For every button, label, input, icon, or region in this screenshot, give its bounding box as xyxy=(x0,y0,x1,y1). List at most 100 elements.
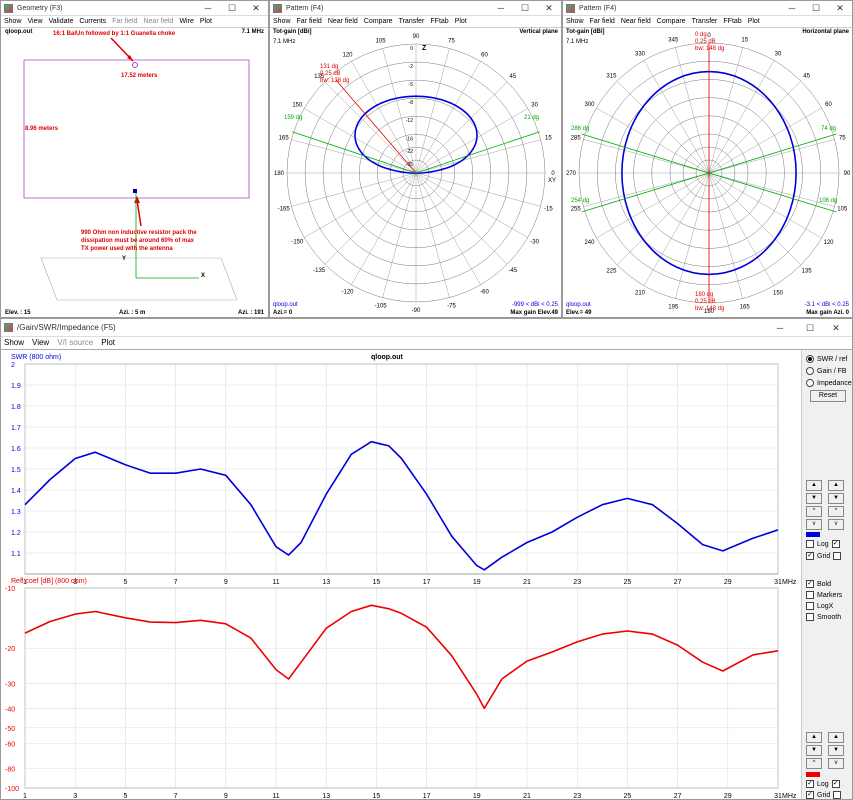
max-gain-readout: Max gain Elev.49 xyxy=(510,310,558,316)
menu-far-field[interactable]: Far field xyxy=(112,16,137,27)
menu-compare[interactable]: Compare xyxy=(364,16,393,27)
plane-label: Horizontal plane xyxy=(802,29,849,35)
angle-label: 150 xyxy=(292,103,303,109)
refl-y-tick: -60 xyxy=(5,742,15,749)
minimize-icon[interactable]: ─ xyxy=(196,1,220,16)
pattern-titlebar[interactable]: Pattern (F4) ─ ☐ ✕ xyxy=(563,1,852,16)
geometry-menubar: Show View Validate Currents Far field Ne… xyxy=(1,16,268,27)
refl-shift-up-button[interactable]: ^ xyxy=(806,758,822,769)
menu-near-field[interactable]: Near field xyxy=(621,16,651,27)
swr-y-tick: 1.1 xyxy=(11,551,21,558)
swr-y-tick: 1.2 xyxy=(11,530,21,537)
swr-log-checkbox[interactable]: Log ✓ xyxy=(806,540,840,548)
swr-window: /Gain/SWR/Impedance (F5) ─ ☐ ✕ Show View… xyxy=(0,318,853,800)
close-icon[interactable]: ✕ xyxy=(244,1,268,16)
shift-up-button-2[interactable]: ^ xyxy=(828,506,844,517)
menu-plot[interactable]: Plot xyxy=(101,337,115,349)
minimize-icon[interactable]: ─ xyxy=(489,1,513,16)
radio-gain[interactable]: Gain / FB xyxy=(806,367,847,375)
gain-range: -999 < dBi < 0.25 xyxy=(511,302,558,308)
maximize-icon[interactable]: ☐ xyxy=(220,1,244,16)
refl-scale-down-button[interactable]: ▼ xyxy=(806,745,822,756)
menu-near-field[interactable]: Near field xyxy=(143,16,173,27)
close-icon[interactable]: ✕ xyxy=(828,1,852,16)
swr-chart-title: qloop.out xyxy=(371,354,403,361)
scale-up-button[interactable]: ▲ xyxy=(806,480,822,491)
menu-near-field[interactable]: Near field xyxy=(328,16,358,27)
width-label: 17.52 meters xyxy=(121,73,158,79)
menu-transfer[interactable]: Transfer xyxy=(399,16,425,27)
menu-compare[interactable]: Compare xyxy=(657,16,686,27)
geometry-canvas[interactable]: qloop.out 7.1 MHz 16:1 BalUn followed by… xyxy=(1,27,268,317)
swr-x-tick: 31 xyxy=(774,579,782,586)
minimize-icon[interactable]: ─ xyxy=(768,319,792,337)
menu-vi-source[interactable]: V/I source xyxy=(57,337,93,349)
menu-view[interactable]: View xyxy=(32,337,49,349)
menu-view[interactable]: View xyxy=(28,16,43,27)
refl-scale-down-button-2[interactable]: ▼ xyxy=(828,745,844,756)
menu-plot[interactable]: Plot xyxy=(200,16,212,27)
angle-label: 195 xyxy=(668,304,679,310)
refl-scale-up-button-2[interactable]: ▲ xyxy=(828,732,844,743)
angle-label: 345 xyxy=(668,38,679,44)
menu-fftab[interactable]: FFtab xyxy=(723,16,741,27)
menu-plot[interactable]: Plot xyxy=(455,16,467,27)
maximize-icon[interactable]: ☐ xyxy=(804,1,828,16)
menu-show[interactable]: Show xyxy=(566,16,584,27)
refl-grid-checkbox[interactable]: ✓ Grid xyxy=(806,791,842,799)
swr-titlebar[interactable]: /Gain/SWR/Impedance (F5) ─ ☐ ✕ xyxy=(1,319,852,337)
shift-down-button[interactable]: v xyxy=(806,519,822,530)
gain-unit: Tot-gain [dBi] xyxy=(566,29,605,35)
reset-button[interactable]: Reset xyxy=(810,390,846,402)
angle-label: 255 xyxy=(571,207,582,213)
pattern-titlebar[interactable]: Pattern (F4) ─ ☐ ✕ xyxy=(270,1,561,16)
close-icon[interactable]: ✕ xyxy=(824,319,848,337)
swr-color-swatch[interactable] xyxy=(806,532,820,537)
max-beam-angle: 0 dg xyxy=(695,32,707,38)
bold-checkbox[interactable]: ✓ Bold xyxy=(806,580,831,588)
radio-impedance[interactable]: Impedance xyxy=(806,379,852,387)
logx-checkbox[interactable]: LogX xyxy=(806,602,833,610)
angle-label: 15 xyxy=(545,136,552,142)
smooth-checkbox[interactable]: Smooth xyxy=(806,613,841,621)
refl-mhz-label: MHz xyxy=(782,793,797,800)
refl-color-swatch[interactable] xyxy=(806,772,820,777)
vertical-pattern-canvas[interactable]: 90 60 30 0 -30 -60 -90 -120 -150 180 150 120 75 45 15-… xyxy=(270,27,561,317)
menu-far-field[interactable]: Far field xyxy=(297,16,322,27)
radio-swr[interactable]: SWR / ref xyxy=(806,355,847,363)
minimize-icon[interactable]: ─ xyxy=(780,1,804,16)
menu-show[interactable]: Show xyxy=(4,16,22,27)
menu-fftab[interactable]: FFtab xyxy=(430,16,448,27)
horizontal-pattern-canvas[interactable]: 0 30 60 90 120 150 180 210 240 270 300 330 15 45 75 105… xyxy=(563,27,852,317)
swr-y-tick: 2 xyxy=(11,362,15,369)
menu-show[interactable]: Show xyxy=(273,16,291,27)
markers-checkbox[interactable]: Markers xyxy=(806,591,842,599)
menu-far-field[interactable]: Far field xyxy=(590,16,615,27)
scale-up-button-2[interactable]: ▲ xyxy=(828,480,844,491)
maximize-icon[interactable]: ☐ xyxy=(798,319,822,337)
close-icon[interactable]: ✕ xyxy=(537,1,561,16)
menu-wire[interactable]: Wire xyxy=(179,16,193,27)
refl-y-tick: -80 xyxy=(5,767,15,774)
scale-down-button[interactable]: ▼ xyxy=(806,493,822,504)
refl-shift-down-button[interactable]: v xyxy=(828,758,844,769)
refl-x-tick: 17 xyxy=(423,793,431,800)
ring-label: -5 xyxy=(409,82,414,88)
refl-x-tick: 31 xyxy=(774,793,782,800)
menu-validate[interactable]: Validate xyxy=(49,16,74,27)
halfpower-74: 74 dg xyxy=(821,126,837,132)
shift-down-button-2[interactable]: v xyxy=(828,519,844,530)
refl-scale-up-button[interactable]: ▲ xyxy=(806,732,822,743)
refl-log-checkbox[interactable]: ✓ Log ✓ xyxy=(806,780,840,788)
menu-currents[interactable]: Currents xyxy=(79,16,106,27)
maximize-icon[interactable]: ☐ xyxy=(513,1,537,16)
shift-up-button[interactable]: ^ xyxy=(806,506,822,517)
scale-down-button-2[interactable]: ▼ xyxy=(828,493,844,504)
polar-spoke xyxy=(675,172,710,299)
swr-grid-checkbox[interactable]: ✓ Grid xyxy=(806,552,842,560)
polar-spoke xyxy=(291,139,417,174)
menu-show[interactable]: Show xyxy=(4,337,24,349)
geometry-titlebar[interactable]: Geometry (F3) ─ ☐ ✕ xyxy=(1,1,268,16)
menu-transfer[interactable]: Transfer xyxy=(692,16,718,27)
menu-plot[interactable]: Plot xyxy=(748,16,760,27)
